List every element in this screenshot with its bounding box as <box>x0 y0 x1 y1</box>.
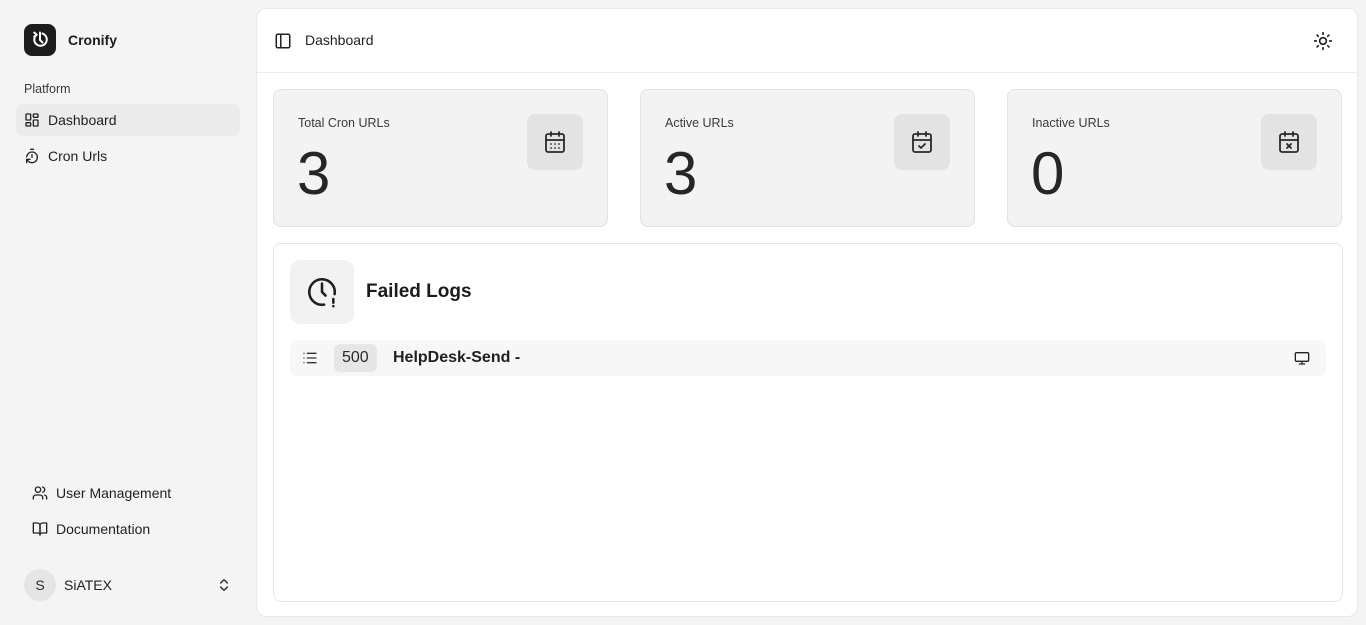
chevrons-up-down-icon <box>220 579 228 591</box>
stat-value: 3 <box>297 140 331 207</box>
dashboard-grid-icon <box>25 113 39 127</box>
sidebar-item-cron-urls[interactable]: Cron Urls <box>16 140 240 172</box>
users-icon <box>32 486 48 500</box>
breadcrumb: Dashboard <box>305 32 374 48</box>
sun-icon[interactable] <box>1313 31 1333 51</box>
calendar-check-icon <box>912 131 932 153</box>
app-logo <box>24 24 56 56</box>
stat-value: 0 <box>1031 140 1065 207</box>
stat-card-active: Active URLs 3 <box>640 89 975 227</box>
timer-reset-icon <box>26 148 38 164</box>
stat-value: 3 <box>664 140 698 207</box>
stat-label: Active URLs <box>665 116 734 130</box>
calendar-x-icon <box>1279 131 1299 153</box>
log-name: HelpDesk-Send - <box>393 349 521 366</box>
top-bar: Dashboard <box>257 9 1357 73</box>
stat-icon-box <box>894 114 950 170</box>
calendar-grid-icon <box>545 131 565 153</box>
user-menu[interactable]: S SiATEX <box>16 565 240 605</box>
list-icon <box>303 352 317 364</box>
brand[interactable]: Cronify <box>24 24 117 56</box>
log-row[interactable]: 500 HelpDesk-Send - <box>290 340 1326 376</box>
status-code-badge: 500 <box>334 344 377 372</box>
stat-label: Total Cron URLs <box>298 116 390 130</box>
app-name: Cronify <box>68 32 117 48</box>
logs-icon-box <box>290 260 354 324</box>
panel-left-icon[interactable] <box>274 32 292 50</box>
stat-icon-box <box>527 114 583 170</box>
stat-label: Inactive URLs <box>1032 116 1110 130</box>
sidebar-item-label: Dashboard <box>48 112 117 128</box>
clock-alert-icon <box>308 278 337 308</box>
failed-logs-panel: Failed Logs 500 HelpDesk-Send - <box>273 243 1343 602</box>
sidebar-section-label: Platform <box>24 82 71 96</box>
sidebar-item-label: Cron Urls <box>48 148 108 164</box>
sidebar-item-documentation[interactable]: Documentation <box>24 513 240 545</box>
sidebar-item-label: User Management <box>56 485 172 501</box>
sidebar: Cronify Platform Dashboard Cron Urls Use… <box>0 0 256 625</box>
sidebar-item-label: Documentation <box>56 521 151 537</box>
sidebar-item-user-management[interactable]: User Management <box>24 477 240 509</box>
main-panel: Dashboard Total Cron URLs 3 Active URLs … <box>256 8 1358 617</box>
avatar: S <box>24 569 56 601</box>
stat-card-total: Total Cron URLs 3 <box>273 89 608 227</box>
sidebar-item-dashboard[interactable]: Dashboard <box>16 104 240 136</box>
failed-logs-title: Failed Logs <box>366 281 472 302</box>
monitor-icon[interactable] <box>1294 350 1310 366</box>
stat-icon-box <box>1261 114 1317 170</box>
stat-card-inactive: Inactive URLs 0 <box>1007 89 1342 227</box>
book-open-icon <box>32 522 48 536</box>
user-name: SiATEX <box>64 577 112 593</box>
